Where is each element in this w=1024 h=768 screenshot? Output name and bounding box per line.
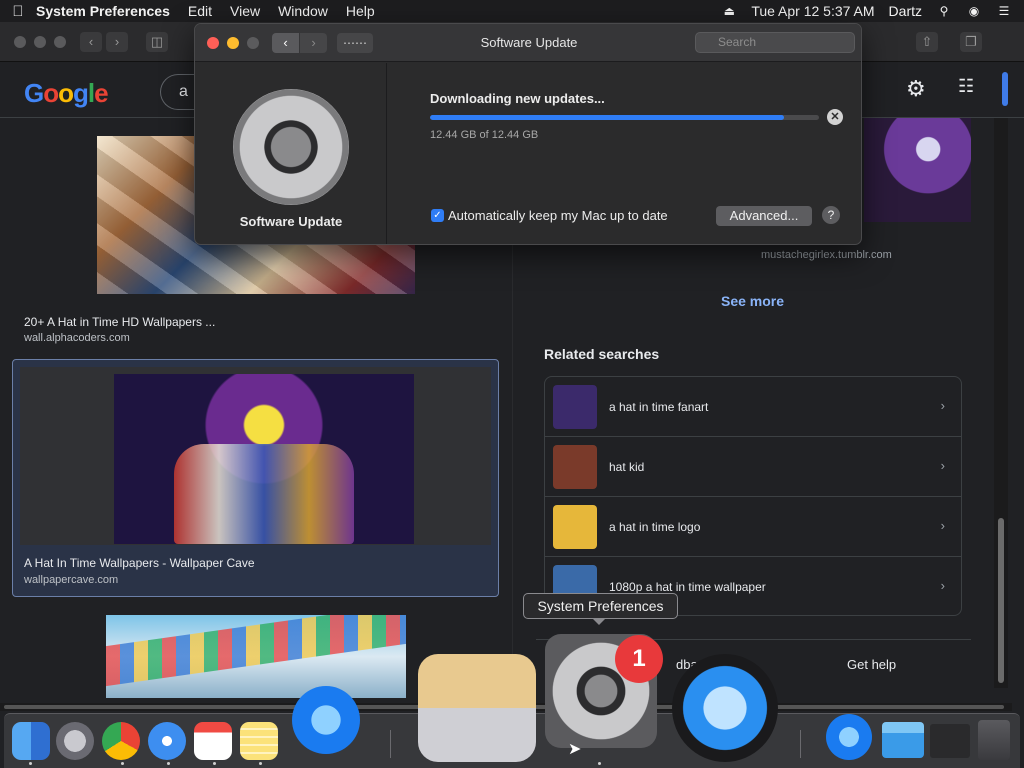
google-apps-grid-icon[interactable]: ☷ <box>958 76 974 97</box>
related-searches-list: a hat in time fanart › hat kid › a hat i… <box>544 376 962 616</box>
result-domain-2: wallpapercave.com <box>24 574 119 586</box>
chevron-right-icon: › <box>940 518 945 533</box>
browser-back-icon[interactable]: ‹ <box>80 32 102 52</box>
safari-icon[interactable] <box>148 722 186 760</box>
result-domain-1: wall.alphacoders.com <box>24 332 130 344</box>
su-search-input[interactable]: Search <box>695 32 855 53</box>
result-domain-right: mustachegirlex.tumblr.com <box>761 249 892 261</box>
software-update-window: ‹ › ⋯⋯ Software Update ⚲ Search Software… <box>194 23 862 245</box>
mouse-cursor-icon: ➤ <box>568 741 582 758</box>
su-help-button[interactable]: ? <box>822 206 840 224</box>
browser-share-icon[interactable]: ⇧ <box>916 32 938 52</box>
dock-running-indicator <box>29 762 32 765</box>
get-help-link[interactable]: Get help <box>847 657 896 672</box>
menu-bar:  System Preferences Edit View Window He… <box>0 0 1024 22</box>
finder-icon[interactable] <box>12 722 50 760</box>
page-scroll-indicator[interactable] <box>1002 72 1008 106</box>
menu-user[interactable]: Dartz <box>889 3 922 19</box>
browser-sidebar-icon[interactable]: ◫ <box>146 32 168 52</box>
scrollbar-thumb[interactable] <box>998 518 1004 683</box>
su-advanced-button[interactable]: Advanced... <box>716 206 812 226</box>
related-search-item[interactable]: a hat in time logo › <box>545 497 961 557</box>
result-image-3[interactable] <box>106 615 406 698</box>
result-title-2[interactable]: A Hat In Time Wallpapers - Wallpaper Cav… <box>24 556 255 570</box>
result-image-2[interactable] <box>114 374 414 544</box>
su-auto-update-checkbox[interactable]: ✓ <box>431 209 444 222</box>
google-settings-gear-icon[interactable]: ⚙ <box>906 76 926 102</box>
app-store-download-icon[interactable] <box>826 714 872 760</box>
dock-running-indicator <box>598 762 601 765</box>
related-label: 1080p a hat in time wallpaper <box>609 580 766 594</box>
dock-running-indicator <box>121 762 124 765</box>
siri-icon[interactable]: ◉ <box>966 4 982 18</box>
chevron-right-icon: › <box>940 398 945 413</box>
menu-help[interactable]: Help <box>346 3 375 19</box>
su-sidebar: Software Update <box>195 63 387 244</box>
su-cancel-download-icon[interactable]: ✕ <box>827 109 843 125</box>
related-searches-heading: Related searches <box>544 346 660 362</box>
spotlight-icon[interactable]: ⚲ <box>936 4 952 18</box>
google-logo[interactable]: Google <box>24 78 109 109</box>
su-download-size: 12.44 GB of 12.44 GB <box>430 129 539 141</box>
browser-close-button[interactable] <box>14 36 26 48</box>
su-sidebar-label: Software Update <box>239 214 343 229</box>
su-auto-update-label[interactable]: Automatically keep my Mac up to date <box>448 208 668 223</box>
related-search-item[interactable]: a hat in time fanart › <box>545 377 961 437</box>
result-image-frame <box>20 367 491 545</box>
notes-icon[interactable] <box>240 722 278 760</box>
related-search-item[interactable]: hat kid › <box>545 437 961 497</box>
stack-folder-icon[interactable] <box>930 724 970 758</box>
su-titlebar: ‹ › ⋯⋯ Software Update ⚲ Search <box>195 24 861 62</box>
menu-datetime[interactable]: Tue Apr 12 5:37 AM <box>751 3 874 19</box>
chevron-right-icon: › <box>940 458 945 473</box>
menu-window[interactable]: Window <box>278 3 328 19</box>
downloads-folder-icon[interactable] <box>882 722 924 758</box>
su-progress-fill <box>430 115 784 120</box>
tooltip-arrow <box>592 618 606 625</box>
dock-separator <box>800 730 801 758</box>
calendar-icon[interactable] <box>194 722 232 760</box>
browser-tabs-icon[interactable]: ❐ <box>960 32 982 52</box>
dock-running-indicator <box>259 762 262 765</box>
related-thumb <box>553 505 597 549</box>
dock-tooltip: System Preferences <box>523 593 678 619</box>
launchpad-icon[interactable] <box>56 722 94 760</box>
eject-icon[interactable]: ⏏ <box>721 4 737 18</box>
chrome-icon[interactable] <box>102 722 140 760</box>
menu-view[interactable]: View <box>230 3 260 19</box>
result-card-selected[interactable]: A Hat In Time Wallpapers - Wallpaper Cav… <box>12 359 499 597</box>
control-center-icon[interactable]: ☰ <box>996 4 1012 18</box>
related-label: a hat in time logo <box>609 520 701 534</box>
result-title-1[interactable]: 20+ A Hat in Time HD Wallpapers ... <box>24 315 215 329</box>
dock <box>4 634 1020 768</box>
dock-separator <box>390 730 391 758</box>
dock-running-indicator <box>213 762 216 765</box>
app-store-icon[interactable] <box>292 686 360 754</box>
notification-badge: 1 <box>615 635 663 683</box>
related-label: hat kid <box>609 460 645 474</box>
related-thumb <box>553 445 597 489</box>
su-download-status: Downloading new updates... <box>430 91 605 106</box>
browser-zoom-button[interactable] <box>54 36 66 48</box>
result-image-right-1[interactable] <box>864 118 971 222</box>
related-label: a hat in time fanart <box>609 400 709 414</box>
related-thumb <box>553 385 597 429</box>
dock-running-indicator <box>167 762 170 765</box>
chess-icon[interactable] <box>418 654 536 762</box>
apple-icon[interactable]:  <box>0 3 36 20</box>
menu-edit[interactable]: Edit <box>188 3 212 19</box>
menu-app-name[interactable]: System Preferences <box>36 3 170 19</box>
chevron-right-icon: › <box>940 578 945 593</box>
software-update-gear-icon <box>233 89 349 205</box>
browser-minimize-button[interactable] <box>34 36 46 48</box>
quicktime-icon[interactable] <box>672 654 778 762</box>
vertical-scrollbar[interactable] <box>994 118 1008 688</box>
browser-forward-icon[interactable]: › <box>106 32 128 52</box>
trash-icon[interactable] <box>978 720 1010 760</box>
see-more-link[interactable]: See more <box>721 293 784 309</box>
su-progress-bar <box>430 115 819 120</box>
